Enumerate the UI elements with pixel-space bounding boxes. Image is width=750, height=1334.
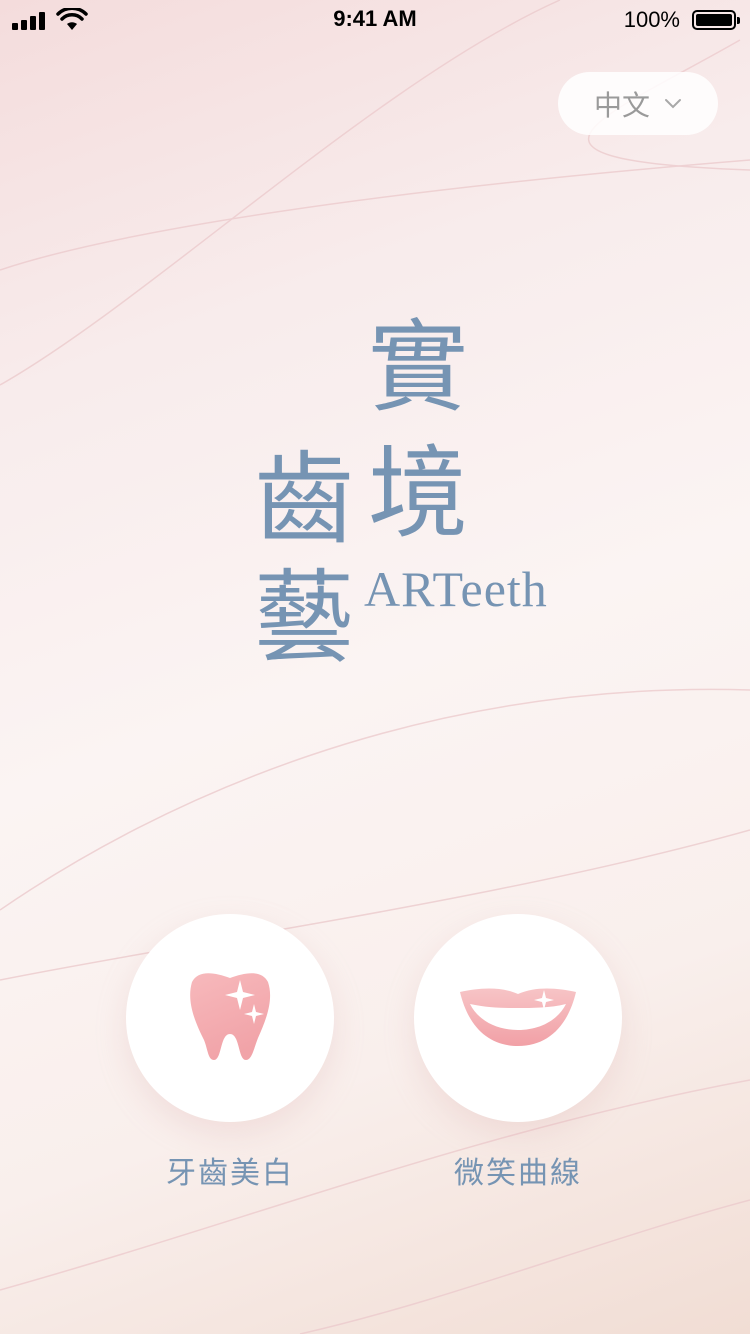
language-label: 中文 [593,88,650,122]
logo-char-2: 境 [368,435,468,552]
logo-latin-text: ARTeeth [364,561,548,617]
teeth-whitening-button[interactable]: 牙齒美白 [126,914,334,1192]
language-selector[interactable]: 中文 [558,72,718,135]
sparkling-tooth-icon [190,973,271,1060]
background-curves [0,0,750,1334]
chevron-down-icon [665,98,681,108]
teeth-whitening-circle[interactable] [126,914,334,1122]
battery-icon [692,10,740,30]
smile-curve-button[interactable]: 微笑曲線 [414,914,622,1192]
app-logo: 實 境 齒 藝 ARTeeth [0,0,750,1334]
smile-lips-icon [460,988,576,1046]
battery-fill [696,14,732,26]
logo-char-3: 齒 [254,441,354,558]
smile-curve-label: 微笑曲線 [454,1156,582,1191]
logo-char-4: 藝 [254,559,354,676]
battery-percent: 100% [623,7,680,32]
smile-curve-circle[interactable] [414,914,622,1122]
teeth-whitening-label: 牙齒美白 [166,1156,294,1191]
logo-char-1: 實 [368,309,468,426]
status-bar: 9:41 AM 100% [0,0,750,40]
